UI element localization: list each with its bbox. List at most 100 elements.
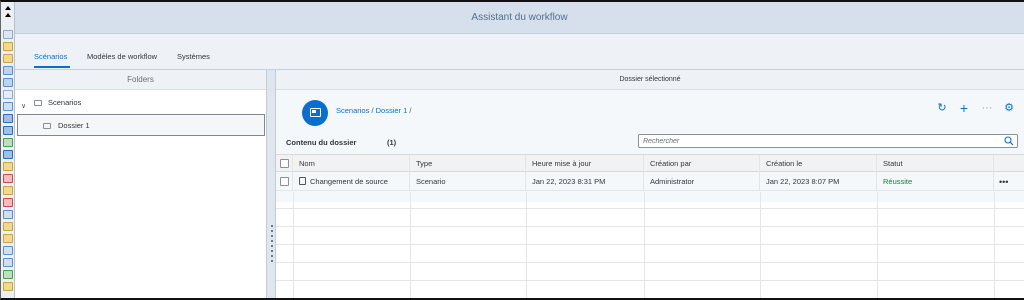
tool-icon[interactable] xyxy=(3,30,13,39)
tool-icon[interactable] xyxy=(3,42,13,51)
search-icon[interactable] xyxy=(1004,136,1014,146)
column-header-updated[interactable]: Heure mise à jour xyxy=(526,155,644,173)
tree-item-label: Dossier 1 xyxy=(58,121,90,130)
tab-scenarios[interactable]: Scénarios xyxy=(34,52,67,61)
tool-icon[interactable] xyxy=(3,138,13,147)
column-divider xyxy=(877,192,878,298)
list-count: (1) xyxy=(387,138,397,147)
tool-icon[interactable] xyxy=(3,270,13,279)
cell-name[interactable]: Changement de source xyxy=(293,173,410,191)
breadcrumb-link-scenarios[interactable]: Scenarios xyxy=(336,106,369,115)
grip-dot xyxy=(271,255,273,257)
column-header-status[interactable]: Statut xyxy=(877,155,994,173)
cell-status: Réussite xyxy=(877,173,994,191)
tool-icon[interactable] xyxy=(3,210,13,219)
breadcrumb: Scenarios / Dossier 1 / xyxy=(336,106,411,115)
tool-icon[interactable] xyxy=(3,222,13,231)
breadcrumb-link-dossier-1[interactable]: Dossier 1 xyxy=(376,106,408,115)
scenario-avatar-icon xyxy=(302,100,328,126)
search-field[interactable] xyxy=(638,134,1018,148)
column-divider xyxy=(526,192,527,298)
column-header-created-by[interactable]: Création par xyxy=(644,155,760,173)
tree-item-dossier-1[interactable]: Dossier 1 xyxy=(17,114,265,136)
search-input[interactable] xyxy=(639,135,999,147)
details-panel: Dossier sélectionné Scenarios / Dossier … xyxy=(276,70,1024,298)
grip-dot xyxy=(271,245,273,247)
tool-icon[interactable] xyxy=(3,246,13,255)
select-all-checkbox[interactable] xyxy=(280,159,289,168)
tool-icon[interactable] xyxy=(3,258,13,267)
app-window: Assistant du workflow Scénarios Modèles … xyxy=(0,0,1024,300)
tool-icon[interactable] xyxy=(3,198,13,207)
cell-created-on: Jan 22, 2023 8:07 PM xyxy=(760,173,877,191)
grip-dot xyxy=(271,260,273,262)
grip-dot xyxy=(271,225,273,227)
column-divider xyxy=(760,192,761,298)
column-header-actions xyxy=(994,155,1024,173)
tree-item-label: Scenarios xyxy=(48,98,82,107)
tab-workflow-models[interactable]: Modèles de workflow xyxy=(87,52,157,61)
table-empty-row xyxy=(276,245,1024,263)
more-options-icon[interactable]: ··· xyxy=(979,100,995,116)
select-all-cell xyxy=(276,155,293,173)
grip-dot xyxy=(271,250,273,252)
column-header-name[interactable]: Nom xyxy=(293,155,410,173)
table-empty-row xyxy=(276,227,1024,245)
panel-splitter[interactable] xyxy=(266,70,276,298)
table-empty-row xyxy=(276,209,1024,227)
table-empty-row xyxy=(276,191,1024,209)
cell-type: Scenario xyxy=(410,173,526,191)
tool-icon[interactable] xyxy=(3,78,13,87)
column-divider xyxy=(293,192,294,298)
tool-icon[interactable] xyxy=(3,162,13,171)
folder-icon xyxy=(34,100,42,106)
row-select-cell xyxy=(276,173,293,191)
tab-bar: Scénarios Modèles de workflow Systèmes xyxy=(15,34,1024,70)
tool-icon[interactable] xyxy=(3,54,13,63)
row-more-actions-icon[interactable]: ••• xyxy=(999,173,1008,191)
settings-icon[interactable]: ⚙ xyxy=(1001,100,1017,116)
table-header-row: Nom Type Heure mise à jour Création par … xyxy=(276,154,1024,173)
table-row[interactable]: Changement de source Scenario Jan 22, 20… xyxy=(276,173,1024,191)
tool-icon[interactable] xyxy=(3,174,13,183)
column-header-created-on[interactable]: Création le xyxy=(760,155,877,173)
tool-icon[interactable] xyxy=(3,234,13,243)
row-name: Changement de source xyxy=(310,177,388,186)
grip-dot xyxy=(271,240,273,242)
folders-header: Folders xyxy=(15,70,266,90)
cell-created-by: Administrator xyxy=(644,173,760,191)
scenario-file-icon xyxy=(299,177,306,185)
folders-panel: Folders ∨ Scenarios Dossier 1 xyxy=(15,70,266,298)
tool-icon[interactable] xyxy=(3,114,13,123)
tab-systems[interactable]: Systèmes xyxy=(177,52,210,61)
tool-icon[interactable] xyxy=(3,126,13,135)
row-checkbox[interactable] xyxy=(280,177,289,186)
folder-icon xyxy=(43,123,51,129)
tool-icon[interactable] xyxy=(3,102,13,111)
tool-icon[interactable] xyxy=(3,66,13,75)
grip-dot xyxy=(271,235,273,237)
app-title: Assistant du workflow xyxy=(471,12,568,23)
column-header-type[interactable]: Type xyxy=(410,155,526,173)
active-tab-indicator xyxy=(34,66,70,68)
refresh-icon[interactable]: ↻ xyxy=(934,100,950,116)
main-area: Assistant du workflow Scénarios Modèles … xyxy=(15,2,1024,298)
scroll-up-fast-icon[interactable] xyxy=(5,13,11,17)
grip-dot xyxy=(271,230,273,232)
column-divider xyxy=(410,192,411,298)
list-title: Contenu du dossier xyxy=(286,138,357,147)
tool-icon[interactable] xyxy=(3,282,13,291)
column-divider xyxy=(994,192,995,298)
scroll-up-icon[interactable] xyxy=(5,6,11,10)
column-divider xyxy=(644,192,645,298)
tool-icon[interactable] xyxy=(3,90,13,99)
details-header: Dossier sélectionné xyxy=(276,70,1024,90)
tool-icon[interactable] xyxy=(3,186,13,195)
shell-title-bar: Assistant du workflow xyxy=(15,2,1024,34)
tool-icon[interactable] xyxy=(3,150,13,159)
table-empty-row xyxy=(276,263,1024,281)
tree-item-scenarios[interactable]: ∨ Scenarios xyxy=(17,93,265,113)
table-empty-row xyxy=(276,281,1024,298)
add-icon[interactable]: + xyxy=(956,100,972,116)
breadcrumb-separator: / xyxy=(407,106,412,115)
